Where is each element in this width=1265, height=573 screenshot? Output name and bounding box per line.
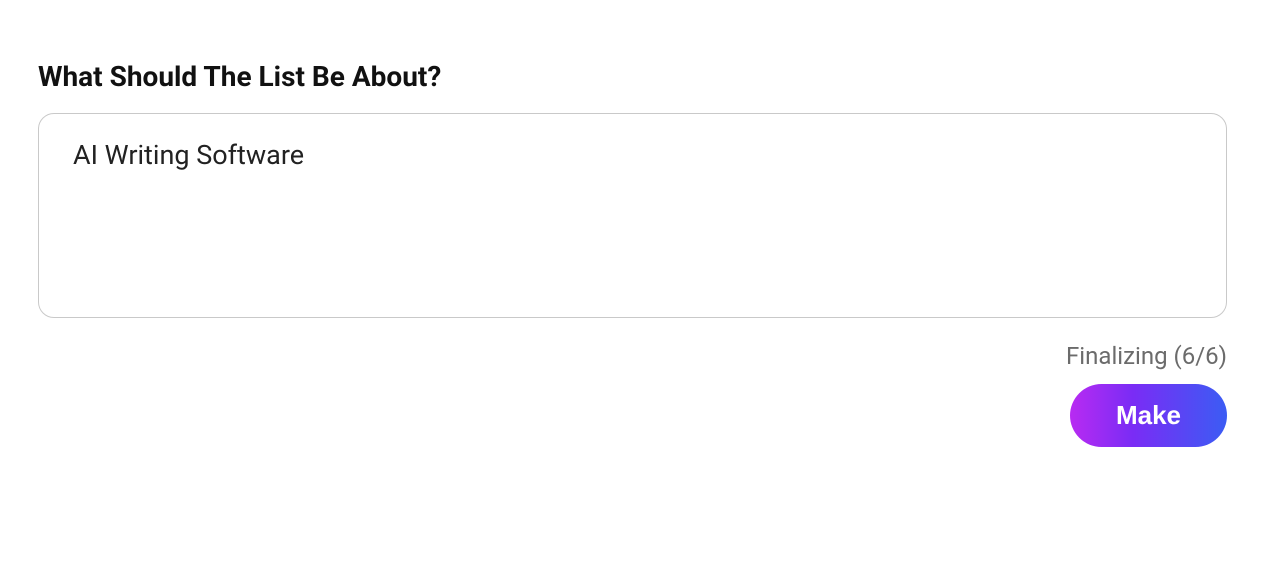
status-label: Finalizing (6/6): [1066, 342, 1227, 370]
form-footer: Finalizing (6/6) Make: [38, 342, 1227, 447]
form-heading: What Should The List Be About?: [38, 60, 1227, 93]
make-button[interactable]: Make: [1070, 384, 1227, 447]
list-topic-input[interactable]: [38, 113, 1227, 318]
list-form: What Should The List Be About? Finalizin…: [38, 60, 1227, 447]
